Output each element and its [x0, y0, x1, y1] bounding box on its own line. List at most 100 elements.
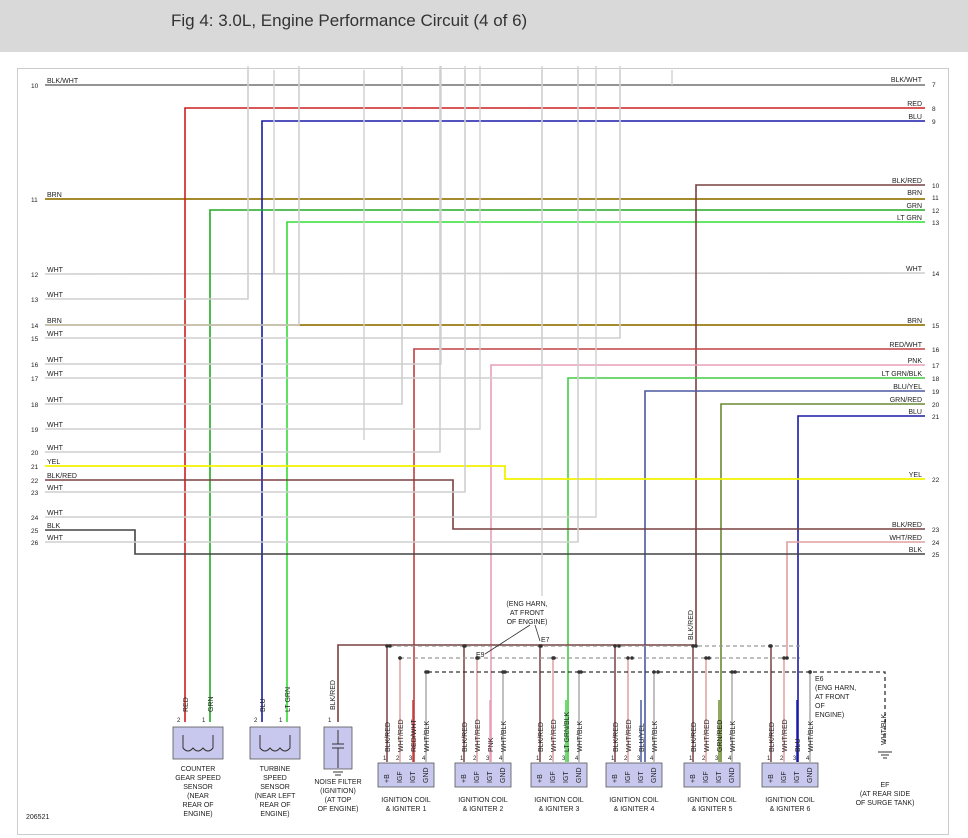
- left-wire-number: 19: [31, 427, 39, 434]
- splice-dot: [626, 656, 630, 660]
- wire-wht-left-1: [45, 66, 300, 326]
- splice-e7-note: AT FRONT: [510, 610, 545, 617]
- left-wire-number: 14: [31, 323, 39, 330]
- coil-wire-color-label: WHT/BLK: [730, 721, 737, 752]
- coil-wire-color-label: BLK/RED: [462, 722, 469, 752]
- ignition-coil-caption: & IGNITER 2: [463, 806, 504, 813]
- sensor-caption: SENSOR: [183, 784, 213, 791]
- left-wire-number: 21: [31, 464, 39, 471]
- splice-e7-note: OF ENGINE): [507, 619, 548, 626]
- right-wire-number: 18: [932, 376, 940, 383]
- ground-ef-caption: OF SURGE TANK): [856, 800, 915, 807]
- ignition-coil-caption: & IGNITER 5: [692, 806, 733, 813]
- coil-wire-color-label: BLU: [795, 738, 802, 752]
- wire-wht-left-3: [45, 66, 442, 365]
- coil-wire-color-label: BLK/RED: [613, 722, 620, 752]
- sensor-pin-number: 1: [202, 718, 206, 724]
- sensor-caption: GEAR SPEED: [175, 775, 221, 782]
- left-wire-number: 13: [31, 297, 39, 304]
- left-wire-number: 20: [31, 450, 39, 457]
- left-wire-label: WHT: [47, 422, 64, 429]
- noise-filter-caption: (IGNITION): [320, 788, 356, 795]
- sensor-caption: (NEAR: [187, 793, 209, 800]
- right-wire-label: LT GRN: [897, 215, 922, 222]
- splice-dot: [707, 656, 711, 660]
- splice-dot: [630, 656, 634, 660]
- speed-sensor-turbine: [249, 726, 301, 760]
- right-wire-label: PNK: [908, 358, 923, 365]
- sensor-caption: ENGINE): [260, 811, 289, 818]
- coil-pin-label: GND: [500, 767, 507, 783]
- coil-wire-color-label: WHT/BLK: [652, 721, 659, 752]
- splice-dot: [539, 644, 543, 648]
- left-wire-label: BRN: [47, 192, 62, 199]
- left-wire-label: WHT: [47, 331, 64, 338]
- sensor-wire-label: BLU: [260, 698, 267, 712]
- right-wire-label: BLK/RED: [892, 522, 922, 529]
- ignition-coil-caption: & IGNITER 6: [770, 806, 811, 813]
- coil-pin-label: +B: [384, 774, 391, 783]
- right-wire-label: GRN/RED: [890, 397, 922, 404]
- splice-dot: [617, 644, 621, 648]
- coil-pin-label: +B: [461, 774, 468, 783]
- splice-e6-label: E6: [815, 676, 824, 683]
- wire-blu-turbine-sensor: [261, 120, 925, 722]
- coil-pin-label: IGT: [794, 771, 801, 783]
- wire-wht-left-0: [45, 66, 249, 300]
- sensor-wire-label: RED: [183, 697, 190, 712]
- sensor-pin-number: 2: [254, 718, 258, 724]
- splice-dot: [613, 644, 617, 648]
- ground-ef-caption: (AT REAR SIDE: [860, 791, 911, 798]
- wire-wht-left-5: [45, 66, 403, 405]
- coil-wire-color-label: WHT/RED: [551, 719, 558, 752]
- splice-e6-note: OF: [815, 703, 825, 710]
- right-wire-number: 25: [932, 552, 940, 559]
- wire-wht-left-9: [45, 66, 597, 518]
- coil-pin-label: +B: [690, 774, 697, 783]
- coil-wire-color-label: GRN/RED: [717, 720, 724, 752]
- right-wire-label: BRN: [907, 318, 922, 325]
- noise-filter-caption: NOISE FILTER: [314, 779, 361, 786]
- wire-wht-left-7: [45, 66, 441, 453]
- coil-wire-color-label: WHT/RED: [398, 719, 405, 752]
- left-wire-number: 26: [31, 540, 39, 547]
- right-wire-label: BLK/WHT: [891, 77, 923, 84]
- sensor-pin-number: 1: [279, 718, 283, 724]
- wire-blu-yel-coil4: [644, 390, 925, 762]
- ignition-coil-caption: & IGNITER 1: [386, 806, 427, 813]
- ignition-coil-caption: IGNITION COIL: [765, 797, 815, 804]
- right-wire-label: BLK/RED: [892, 178, 922, 185]
- coil-wire-color-label: BLK/RED: [538, 722, 545, 752]
- coil-pin-label: +B: [768, 774, 775, 783]
- left-wire-label: WHT: [47, 357, 64, 364]
- left-wire-number: 25: [31, 528, 39, 535]
- left-wire-number: 18: [31, 402, 39, 409]
- left-wire-number: 15: [31, 336, 39, 343]
- sensor-wire-label: GRN: [208, 696, 215, 712]
- sensor-caption: TURBINE: [260, 766, 291, 773]
- left-wire-number: 16: [31, 362, 39, 369]
- noise-filter-wire-label: BLK/RED: [330, 680, 337, 710]
- left-wire-label: WHT: [47, 445, 64, 452]
- coil-wire-color-label: WHT/BLK: [577, 721, 584, 752]
- leader-line: [534, 624, 541, 642]
- left-wire-number: 24: [31, 515, 39, 522]
- right-wire-label: WHT/RED: [889, 535, 922, 542]
- splice-dot: [398, 656, 402, 660]
- sensor-caption: (NEAR LEFT: [255, 793, 297, 800]
- coil-wire-color-label: BLK/RED: [769, 722, 776, 752]
- left-wire-label: WHT: [47, 510, 64, 517]
- splice-dot: [503, 670, 507, 674]
- right-wire-number: 22: [932, 477, 940, 484]
- right-wire-label: BLK: [909, 547, 923, 554]
- coil-pin-label: IGF: [550, 771, 557, 783]
- right-wire-number: 23: [932, 527, 940, 534]
- coil-pin-label: IGT: [638, 771, 645, 783]
- coil-pin-label: IGF: [781, 771, 788, 783]
- sensor-wire-label: LT GRN: [285, 687, 292, 712]
- figure-number: 206521: [26, 814, 49, 821]
- coil-pin-label: GND: [576, 767, 583, 783]
- noise-filter-caption: OF ENGINE): [318, 806, 359, 813]
- right-wire-number: 7: [932, 82, 936, 89]
- coil5-feed-label: BLK/RED: [688, 610, 695, 640]
